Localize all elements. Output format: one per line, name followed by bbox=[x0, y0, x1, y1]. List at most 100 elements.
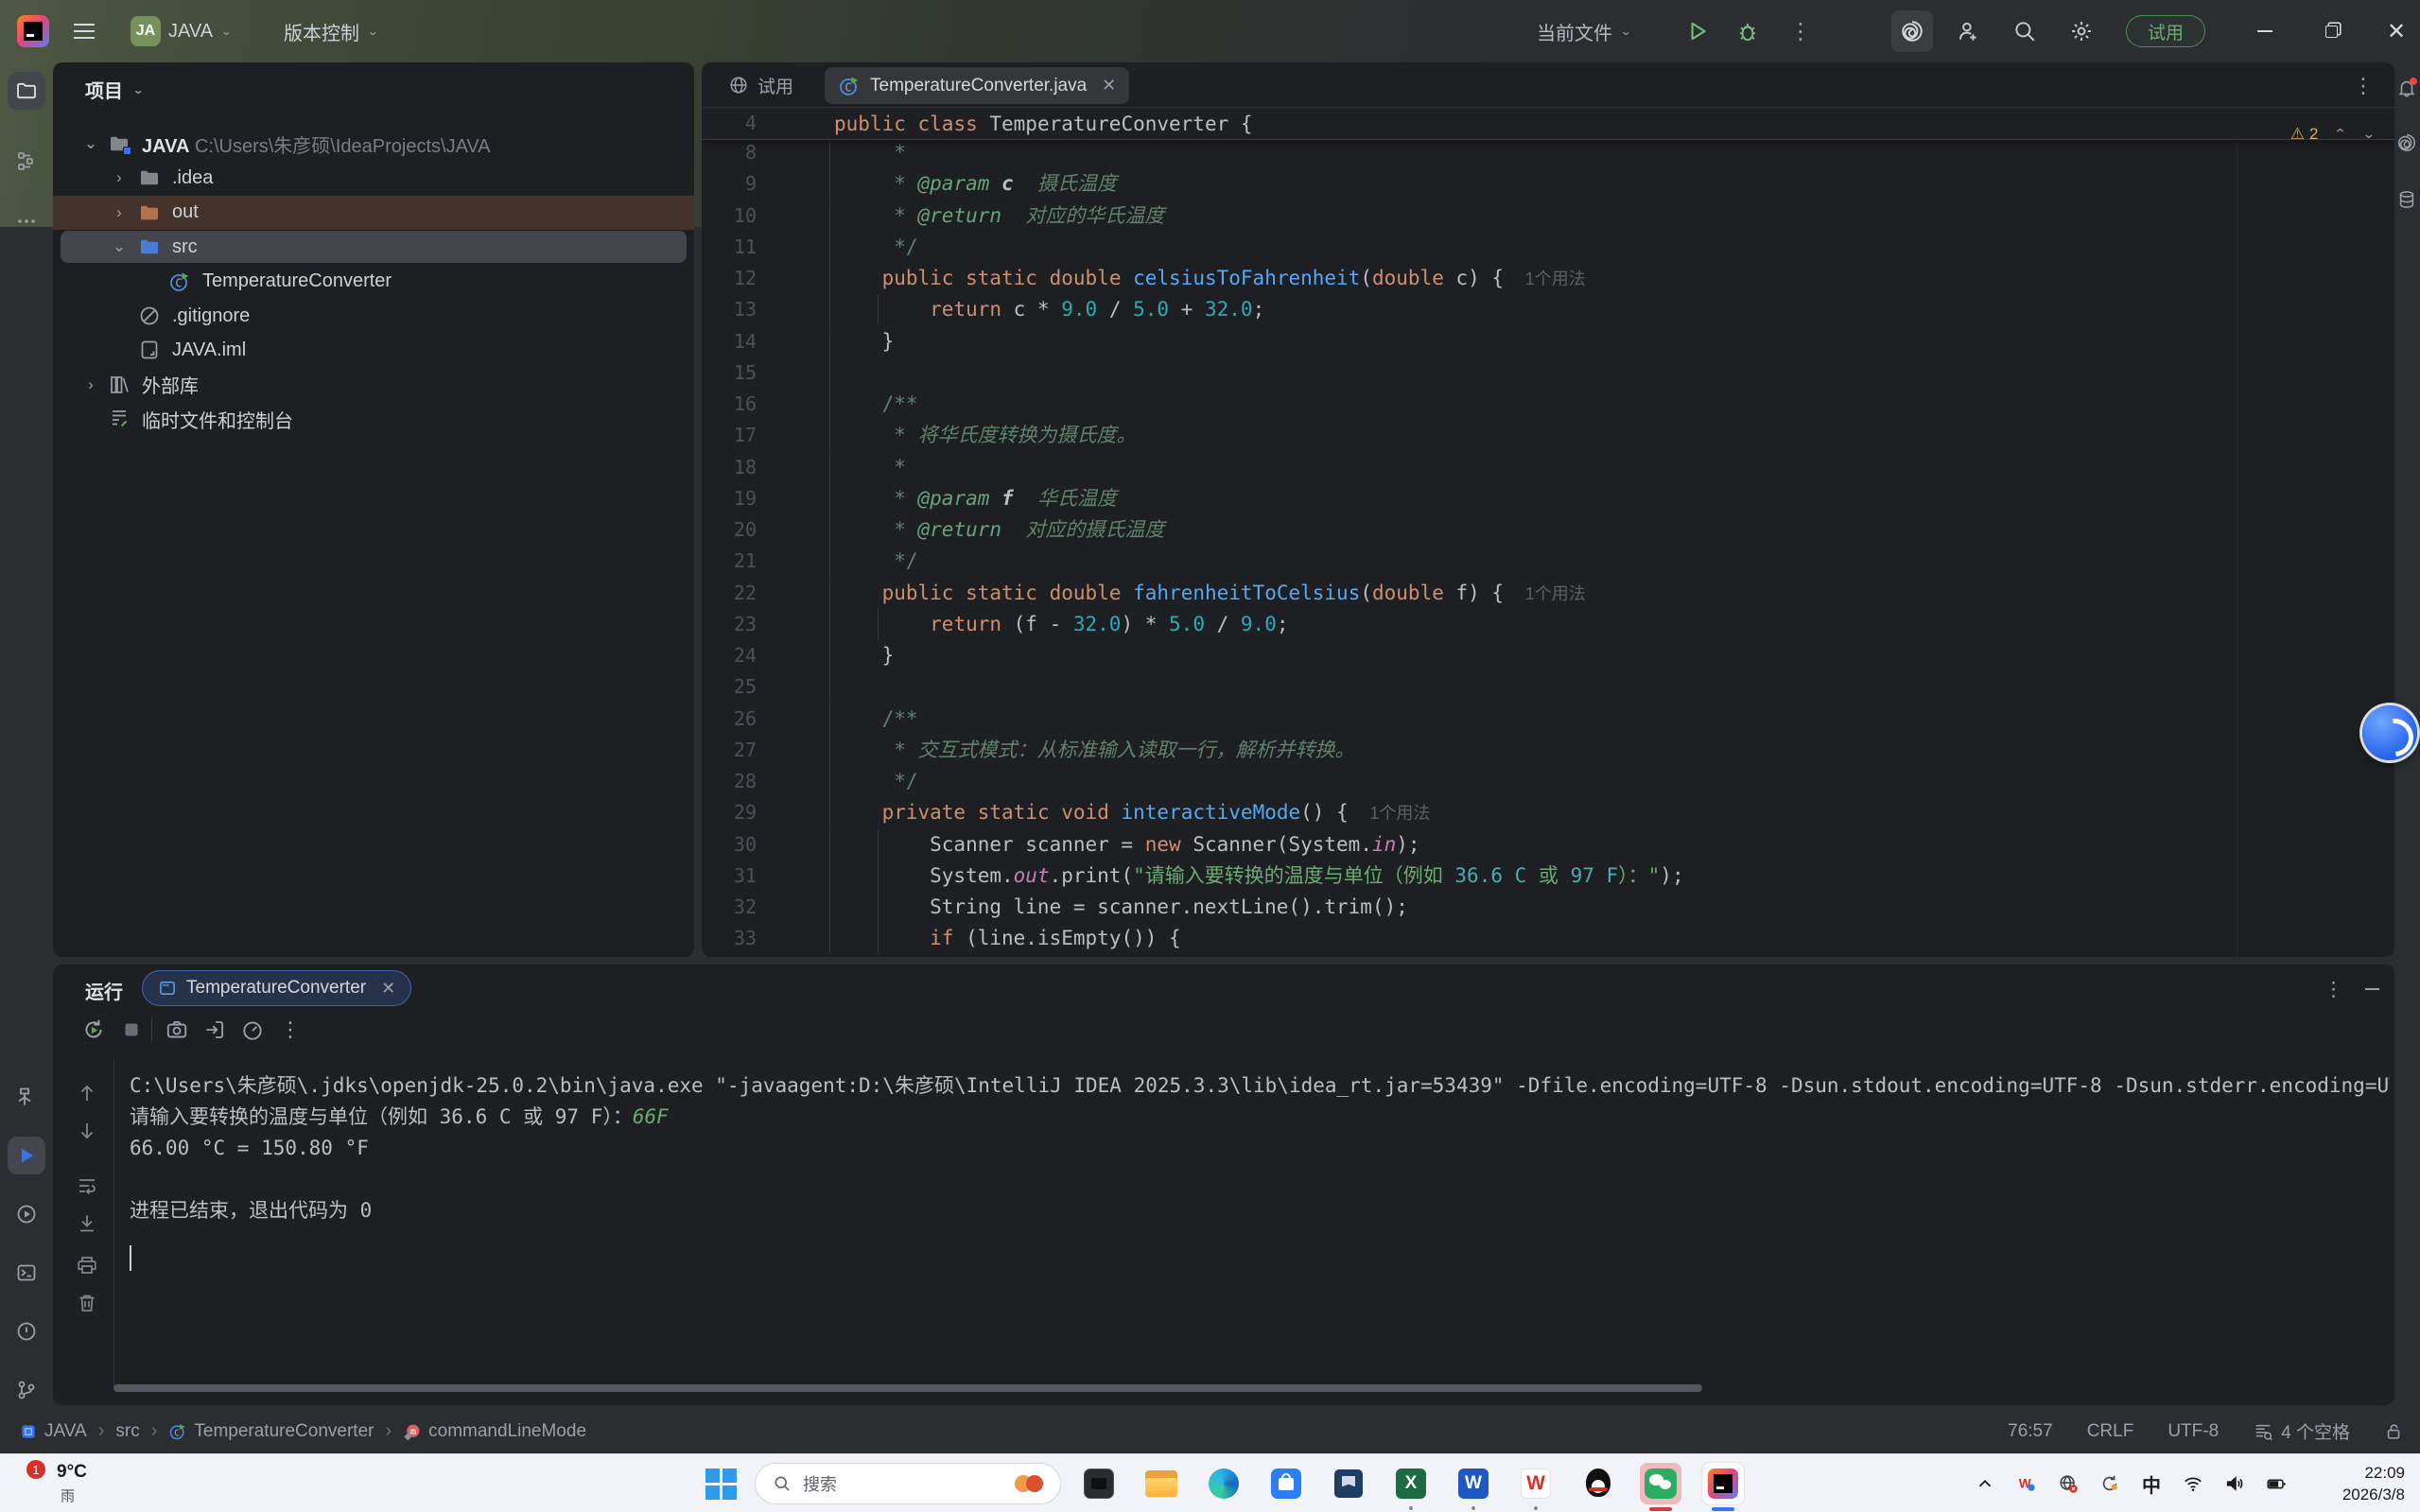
code-line-10[interactable]: 10 * @return 对应的华氏温度 bbox=[702, 200, 2394, 232]
rerun-button[interactable] bbox=[81, 1017, 106, 1042]
code-line-18[interactable]: 18 * bbox=[702, 452, 2394, 483]
tab-options-button[interactable]: ⋮ bbox=[2353, 74, 2374, 98]
taskbar-app-excel[interactable]: X bbox=[1390, 1463, 1432, 1504]
tray-wps-cloud-button[interactable]: W bbox=[2015, 1472, 2038, 1495]
start-button[interactable] bbox=[700, 1463, 741, 1504]
usage-inlay-hint[interactable]: 1个用法 bbox=[1525, 269, 1586, 288]
taskbar-clock[interactable]: 22:09 2026/3/8 bbox=[2342, 1462, 2405, 1505]
chevron-down-icon[interactable]: ⌄ bbox=[110, 237, 129, 256]
unlock-icon[interactable] bbox=[2384, 1421, 2405, 1442]
main-menu-button[interactable] bbox=[74, 0, 95, 62]
code-line-19[interactable]: 19 * @param f 华氏温度 bbox=[702, 483, 2394, 514]
search-everywhere-button[interactable] bbox=[2012, 0, 2037, 62]
breadcrumb-temperatureconverter[interactable]: CTemperatureConverter bbox=[168, 1421, 374, 1442]
taskbar-app-wps[interactable]: W bbox=[1515, 1463, 1557, 1504]
breadcrumb-commandlinemode[interactable]: mcommandLineMode bbox=[403, 1421, 586, 1442]
code-line-25[interactable]: 25 bbox=[702, 671, 2394, 703]
tray-net-error-button[interactable] bbox=[2057, 1472, 2080, 1495]
tool-git-branch-button[interactable] bbox=[8, 1371, 45, 1409]
chevron-right-icon[interactable]: › bbox=[110, 168, 129, 187]
tray-sync-button[interactable] bbox=[2098, 1472, 2121, 1495]
breadcrumb-java[interactable]: JAVA bbox=[19, 1421, 87, 1442]
taskbar-app-wechat[interactable] bbox=[1640, 1463, 1681, 1504]
restore-button[interactable] bbox=[2307, 0, 2355, 62]
code-line-28[interactable]: 28 */ bbox=[702, 766, 2394, 797]
trial-button[interactable]: 试用 bbox=[2126, 0, 2205, 62]
code-line-17[interactable]: 17 * 将华氏度转换为摄氏度。 bbox=[702, 420, 2394, 451]
tree-item-java[interactable]: ⌄JAVA C:\Users\朱彦硕\IdeaProjects\JAVA bbox=[53, 127, 694, 161]
code-line-23[interactable]: 23 return (f - 32.0) * 5.0 / 9.0; bbox=[702, 609, 2394, 640]
tree-item-item[interactable]: 临时文件和控制台 bbox=[53, 402, 694, 436]
tree-item-temperatureconverter[interactable]: CTemperatureConverter bbox=[53, 265, 694, 299]
code-editor[interactable]: 8 *9 * @param c 摄氏温度10 * @return 对应的华氏温度… bbox=[702, 140, 2394, 957]
taskbar-search[interactable]: 搜索 bbox=[755, 1463, 1061, 1504]
ime-indicator[interactable]: 中 bbox=[2140, 1472, 2163, 1495]
breadcrumb-src[interactable]: src bbox=[115, 1421, 139, 1442]
tree-item-javaiml[interactable]: JAVA.iml bbox=[53, 333, 694, 367]
settings-button[interactable] bbox=[2069, 0, 2094, 62]
next-problem-icon[interactable]: ⌄ bbox=[2362, 127, 2376, 142]
file-encoding[interactable]: UTF-8 bbox=[2168, 1421, 2219, 1442]
tool-database-button[interactable] bbox=[2394, 187, 2419, 212]
code-line-24[interactable]: 24 } bbox=[702, 640, 2394, 671]
tray-chevron-up-button[interactable] bbox=[1974, 1472, 1996, 1495]
code-line-11[interactable]: 11 */ bbox=[702, 232, 2394, 263]
usage-inlay-hint[interactable]: 1个用法 bbox=[1525, 584, 1586, 603]
taskbar-app-idea[interactable] bbox=[1702, 1463, 1744, 1504]
vcs-widget[interactable]: 版本控制 ⌄ bbox=[284, 0, 379, 62]
tree-item-item[interactable]: ›外部库 bbox=[53, 368, 694, 402]
line-ending[interactable]: CRLF bbox=[2087, 1421, 2134, 1442]
horizontal-scrollbar[interactable] bbox=[113, 1384, 1702, 1392]
tray-battery-button[interactable] bbox=[2265, 1472, 2288, 1495]
next-occurrence-button[interactable] bbox=[76, 1120, 98, 1142]
code-line-29[interactable]: 29 private static void interactiveMode()… bbox=[702, 797, 2394, 828]
indent-setting[interactable]: 4 个空格 bbox=[2253, 1418, 2350, 1444]
taskbar-app-dark-app[interactable] bbox=[1078, 1463, 1120, 1504]
code-line-26[interactable]: 26 /** bbox=[702, 704, 2394, 735]
tool-services-button[interactable] bbox=[8, 1195, 45, 1233]
usage-inlay-hint[interactable]: 1个用法 bbox=[1369, 804, 1430, 823]
code-line-13[interactable]: 13 return c * 9.0 / 5.0 + 32.0; bbox=[702, 294, 2394, 325]
close-tab-icon[interactable]: ✕ bbox=[1102, 76, 1116, 96]
code-line-12[interactable]: 12 public static double celsiusToFahrenh… bbox=[702, 263, 2394, 294]
tool-ai-assistant-button[interactable] bbox=[2394, 130, 2419, 155]
close-button[interactable]: ✕ bbox=[2373, 0, 2420, 62]
code-line-16[interactable]: 16 /** bbox=[702, 389, 2394, 420]
tool-run-button[interactable] bbox=[8, 1137, 45, 1174]
code-line-15[interactable]: 15 bbox=[702, 357, 2394, 389]
taskbar-app-edge[interactable] bbox=[1203, 1463, 1245, 1504]
tool-more-button[interactable] bbox=[8, 202, 45, 240]
tree-item-out[interactable]: ›out bbox=[53, 196, 694, 230]
taskbar-app-qq[interactable] bbox=[1577, 1463, 1619, 1504]
tool-notifications-button[interactable] bbox=[2394, 76, 2419, 100]
code-with-me-button[interactable] bbox=[1956, 0, 1980, 62]
tree-item-idea[interactable]: ›.idea bbox=[53, 161, 694, 195]
print-button[interactable] bbox=[76, 1254, 98, 1277]
caret-position[interactable]: 76:57 bbox=[2008, 1421, 2053, 1442]
tool-build-button[interactable] bbox=[8, 1078, 45, 1116]
tray-volume-button[interactable] bbox=[2223, 1472, 2246, 1495]
run-config-selector[interactable]: 当前文件 ⌄ bbox=[1537, 0, 1632, 62]
project-widget[interactable]: JA JAVA ⌄ bbox=[131, 0, 233, 62]
tool-structure-button[interactable] bbox=[8, 142, 45, 180]
code-line-20[interactable]: 20 * @return 对应的摄氏温度 bbox=[702, 514, 2394, 546]
tab-temperatureconverter-java[interactable]: C TemperatureConverter.java ✕ bbox=[825, 67, 1129, 104]
code-line-9[interactable]: 9 * @param c 摄氏温度 bbox=[702, 168, 2394, 200]
prev-problem-icon[interactable]: ⌃ bbox=[2334, 127, 2347, 142]
taskbar-app-file-explorer[interactable] bbox=[1140, 1463, 1182, 1504]
taskbar-app-store[interactable] bbox=[1265, 1463, 1307, 1504]
code-line-8[interactable]: 8 * bbox=[702, 140, 2394, 168]
code-line-32[interactable]: 32 String line = scanner.nextLine().trim… bbox=[702, 892, 2394, 923]
ai-assistant-floating-button[interactable] bbox=[2362, 705, 2417, 760]
tool-project-button[interactable] bbox=[8, 72, 45, 110]
scroll-to-end-button[interactable] bbox=[76, 1212, 98, 1235]
project-panel-header[interactable]: 项目 ⌄ bbox=[85, 76, 145, 103]
code-line-21[interactable]: 21 */ bbox=[702, 546, 2394, 577]
code-line-22[interactable]: 22 public static double fahrenheitToCels… bbox=[702, 578, 2394, 609]
clear-all-button[interactable] bbox=[76, 1292, 98, 1314]
code-line-14[interactable]: 14 } bbox=[702, 326, 2394, 357]
run-button[interactable] bbox=[1685, 0, 1710, 62]
inspection-widget[interactable]: ⚠2 ⌃ ⌄ bbox=[2290, 125, 2376, 144]
taskbar-app-word[interactable]: W bbox=[1453, 1463, 1494, 1504]
tab-trial[interactable]: 试用 bbox=[728, 62, 793, 108]
